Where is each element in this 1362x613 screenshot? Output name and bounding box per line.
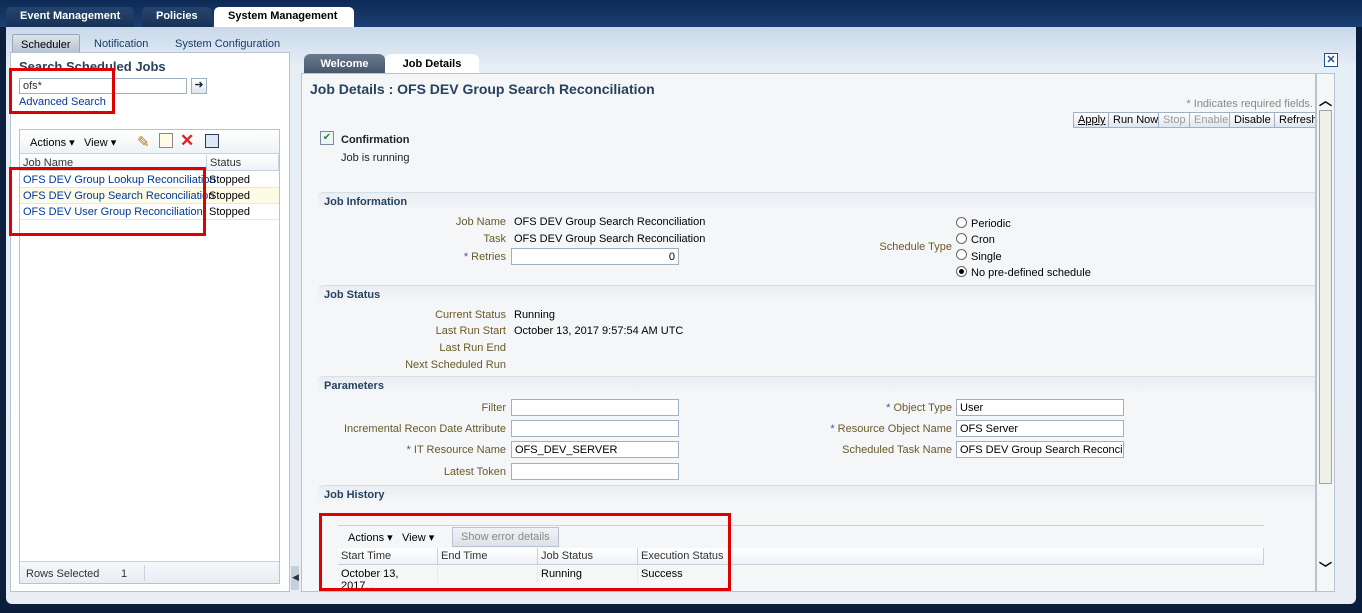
radio-no-predefined-schedule[interactable] <box>956 266 967 277</box>
latest-token-input[interactable] <box>511 463 679 480</box>
column-header-execution-status[interactable]: Execution Status <box>638 548 1264 565</box>
job-status: Stopped <box>209 206 250 218</box>
search-go-button[interactable]: ➜ <box>191 78 207 94</box>
section-job-history: Job History <box>318 485 1315 503</box>
apply-button[interactable]: Apply <box>1073 112 1111 128</box>
scheduled-task-input[interactable]: OFS DEV Group Search Reconciliati <box>956 441 1124 458</box>
it-resource-label-text: IT Resource Name <box>413 444 506 456</box>
tab-event-management[interactable]: Event Management <box>6 7 135 27</box>
search-panel: Search Scheduled Jobs ofs* ➜ Advanced Se… <box>10 52 290 592</box>
delete-x-icon[interactable]: ✕ <box>180 131 194 151</box>
confirmation-check-icon: ✔ <box>320 131 334 145</box>
run-now-button[interactable]: Run Now <box>1108 112 1164 128</box>
object-type-input[interactable]: User <box>956 399 1124 416</box>
vertical-scrollbar[interactable]: ︿ ﹀ <box>1316 73 1335 592</box>
close-icon: ✕ <box>1326 54 1336 66</box>
top-navigation-bar: Event Management Policies System Managem… <box>0 0 1362 27</box>
detach-icon[interactable] <box>205 134 219 148</box>
tab-system-management[interactable]: System Management <box>214 7 354 27</box>
enable-button[interactable]: Enable <box>1189 112 1234 128</box>
last-run-start-label: Last Run Start <box>435 325 506 337</box>
stop-button[interactable]: Stop <box>1158 112 1191 128</box>
actions-label: Actions <box>30 137 67 149</box>
actions-menu[interactable]: Actions ▾ <box>30 136 75 149</box>
job-name-value: OFS DEV Group Search Reconciliation <box>514 216 706 228</box>
collapse-left-icon: ◀ <box>292 572 299 582</box>
subtab-notification[interactable]: Notification <box>86 34 156 54</box>
task-label: Task <box>483 233 506 245</box>
resource-object-label: * Resource Object Name <box>830 423 952 435</box>
panel-splitter[interactable]: ◀ <box>291 566 299 590</box>
new-document-icon[interactable] <box>159 133 173 148</box>
resource-object-input[interactable]: OFS Server <box>956 420 1124 437</box>
edit-pencil-icon[interactable]: ✎ <box>137 133 150 151</box>
subtab-scheduler[interactable]: Scheduler <box>12 34 80 54</box>
tab-welcome[interactable]: Welcome <box>304 54 385 73</box>
radio-single[interactable] <box>956 249 967 260</box>
annotation-box-jobs <box>9 167 206 236</box>
section-parameters: Parameters <box>318 376 1315 394</box>
column-header-status[interactable]: Status <box>207 155 279 171</box>
incremental-recon-label: Incremental Recon Date Attribute <box>343 423 506 435</box>
annotation-box-history <box>319 513 731 591</box>
last-run-start-value: October 13, 2017 9:57:54 AM UTC <box>514 325 684 337</box>
incremental-recon-input[interactable] <box>511 420 679 437</box>
resource-object-label-text: Resource Object Name <box>837 423 952 435</box>
close-tab-button[interactable]: ✕ <box>1324 53 1338 67</box>
scroll-up-icon[interactable]: ︿ <box>1319 90 1332 109</box>
filter-label: Filter <box>481 402 506 414</box>
view-label: View <box>84 137 108 149</box>
tab-policies[interactable]: Policies <box>142 7 212 27</box>
radio-cron-label: Cron <box>971 234 995 246</box>
it-resource-input[interactable]: OFS_DEV_SERVER <box>511 441 679 458</box>
object-type-label-text: Object Type <box>893 402 953 414</box>
next-scheduled-run-label: Next Scheduled Run <box>405 359 506 371</box>
radio-periodic[interactable] <box>956 217 967 228</box>
rows-selected-count: 1 <box>121 568 128 580</box>
last-run-end-label: Last Run End <box>439 342 506 354</box>
required-fields-note: * Indicates required fields. <box>1186 98 1313 110</box>
latest-token-label: Latest Token <box>443 466 506 478</box>
tab-job-details[interactable]: Job Details <box>385 54 479 73</box>
job-status: Stopped <box>209 174 250 186</box>
subtab-system-configuration[interactable]: System Configuration <box>167 34 288 54</box>
task-value: OFS DEV Group Search Reconciliation <box>514 233 706 245</box>
arrow-right-icon: ➜ <box>194 79 204 91</box>
annotation-box-search <box>9 68 115 114</box>
radio-no-predefined-label: No pre-defined schedule <box>971 267 1091 279</box>
footer-divider <box>144 565 145 581</box>
retries-label-text: Retries <box>471 251 506 263</box>
rows-selected-label: Rows Selected <box>26 568 100 580</box>
current-status-value: Running <box>514 309 555 321</box>
it-resource-label: * IT Resource Name <box>406 444 506 456</box>
rows-selected-footer: Rows Selected 1 <box>20 561 279 583</box>
view-menu[interactable]: View ▾ <box>84 136 116 149</box>
radio-cron[interactable] <box>956 233 967 244</box>
job-status: Stopped <box>209 190 250 202</box>
scrollbar-thumb[interactable] <box>1319 110 1332 484</box>
scheduled-task-label: Scheduled Task Name <box>842 444 952 456</box>
jobs-toolbar: Actions ▾ View ▾ ✎ ✕ <box>20 130 279 154</box>
section-job-information: Job Information <box>318 192 1315 210</box>
confirmation-title: Confirmation <box>341 134 410 146</box>
object-type-label: * Object Type <box>886 402 953 414</box>
retries-input[interactable]: 0 <box>511 248 679 265</box>
job-name-label: Job Name <box>455 216 506 228</box>
disable-button[interactable]: Disable <box>1229 112 1276 128</box>
current-status-label: Current Status <box>435 309 506 321</box>
page-title: Job Details : OFS DEV Group Search Recon… <box>310 81 655 97</box>
retries-label: * Retries <box>463 251 506 263</box>
radio-single-label: Single <box>971 251 1002 263</box>
schedule-type-label: Schedule Type <box>879 241 952 253</box>
section-job-status: Job Status <box>318 285 1315 303</box>
scroll-down-icon[interactable]: ﹀ <box>1319 558 1332 577</box>
filter-input[interactable] <box>511 399 679 416</box>
radio-periodic-label: Periodic <box>971 218 1011 230</box>
confirmation-message: Job is running <box>341 152 410 164</box>
refresh-button[interactable]: Refresh <box>1274 112 1315 128</box>
